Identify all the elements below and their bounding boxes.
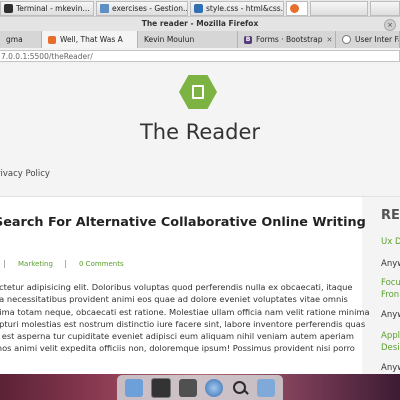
post-comments[interactable]: 0 Comments (79, 260, 124, 268)
globe-icon (342, 35, 351, 44)
browser-tab-strip: gma Well, That Was A Kevin Moulun B Form… (0, 31, 400, 49)
meta-separator: | (64, 259, 67, 268)
code-editor-icon (194, 4, 203, 13)
book-icon (192, 85, 204, 99)
search-icon[interactable] (231, 379, 249, 397)
file-manager-icon[interactable] (257, 378, 275, 397)
task-label: Terminal - mkevin... (16, 4, 90, 13)
sidebar-meta: Anyw (381, 363, 400, 373)
sidebar-meta: Anyw (381, 310, 400, 320)
tab-figma[interactable]: gma (0, 31, 42, 48)
sidebar-link[interactable]: Ux D (381, 237, 400, 247)
tab-label: Kevin Moulun (144, 35, 195, 44)
tab-bootstrap-forms[interactable]: B Forms · Bootstrap ✕ (238, 31, 336, 48)
excerpt-line: ea necessitatibus provident animi eos qu… (0, 294, 348, 305)
sidebar-meta: Anyw (381, 259, 400, 269)
web-browser-icon[interactable] (205, 378, 223, 397)
tab-user-interface[interactable]: User Inter Fa (336, 31, 400, 48)
post-title[interactable]: Search For Alternative Collaborative Onl… (0, 215, 366, 230)
blog-icon (48, 35, 56, 44)
post-card: Search For Alternative Collaborative Onl… (0, 197, 370, 400)
sidebar-link[interactable]: Fron (381, 290, 399, 300)
terminal-icon[interactable] (151, 377, 171, 398)
close-tab-icon[interactable]: ✕ (327, 36, 333, 44)
task-terminal[interactable]: Terminal - mkevin... (0, 1, 94, 16)
sidebar-link[interactable]: Focu (381, 278, 400, 288)
sidebar-link[interactable]: Appl (381, 331, 400, 341)
meta-separator: | (3, 259, 6, 268)
excerpt-line: nima totam neque, obcaecati est ratione.… (0, 306, 370, 317)
folder-icon (100, 4, 109, 13)
close-icon[interactable]: × (384, 19, 396, 31)
tab-well-that-was[interactable]: Well, That Was A (42, 31, 138, 48)
sidebar-link[interactable]: Desig (381, 343, 400, 353)
sidebar-heading: REA (381, 208, 400, 223)
url-input[interactable]: 7.0.0.1:5500/theReader/ (0, 50, 400, 62)
tab-label: Forms · Bootstrap (256, 35, 323, 44)
tab-label: User Inter Fa (355, 35, 400, 44)
task-label: exercises - Gestion... (112, 4, 188, 13)
task-label: style.css - html&css... (206, 4, 284, 13)
nav-link-privacy-policy[interactable]: rivacy Policy (0, 169, 50, 179)
bootstrap-icon: B (244, 35, 252, 44)
task-file-manager[interactable]: exercises - Gestion... (96, 1, 188, 16)
excerpt-line: mos animi velit expedita officiis non, d… (0, 343, 355, 354)
task-firefox[interactable] (286, 1, 308, 16)
tab-kevin-moulun[interactable]: Kevin Moulun (138, 31, 238, 48)
excerpt-line: a est asperna tur cupiditate eveniet adi… (0, 331, 354, 342)
post-category[interactable]: Marketing (18, 260, 53, 268)
site-title[interactable]: The Reader (0, 120, 400, 144)
excerpt-line: epturi molestias est nostrum distinctio … (0, 318, 366, 329)
dock (117, 375, 283, 400)
sidebar: REA Ux D Anyw Focu Fron Anyw Appl Desig … (370, 197, 400, 400)
folder-icon[interactable] (125, 378, 143, 397)
excerpt-line: ectetur adipisicing elit. Doloribus volu… (0, 282, 353, 292)
task-empty[interactable] (310, 1, 368, 16)
os-taskbar: Terminal - mkevin... exercises - Gestion… (0, 0, 400, 17)
tab-label: gma (6, 35, 23, 44)
window-title: The reader - Mozilla Firefox (0, 17, 400, 31)
terminal-icon (4, 4, 13, 13)
task-code-editor[interactable]: style.css - html&css... (190, 1, 284, 16)
navigation-toolbar: 7.0.0.1:5500/theReader/ (0, 48, 400, 66)
audio-mixer-icon[interactable] (179, 378, 197, 397)
page-viewport: The Reader rivacy Policy Search For Alte… (0, 65, 400, 400)
task-empty[interactable] (370, 1, 400, 16)
tab-label: Well, That Was A (60, 35, 123, 44)
firefox-icon (290, 4, 299, 13)
post-excerpt: ectetur adipisicing elit. Doloribus volu… (0, 281, 370, 355)
